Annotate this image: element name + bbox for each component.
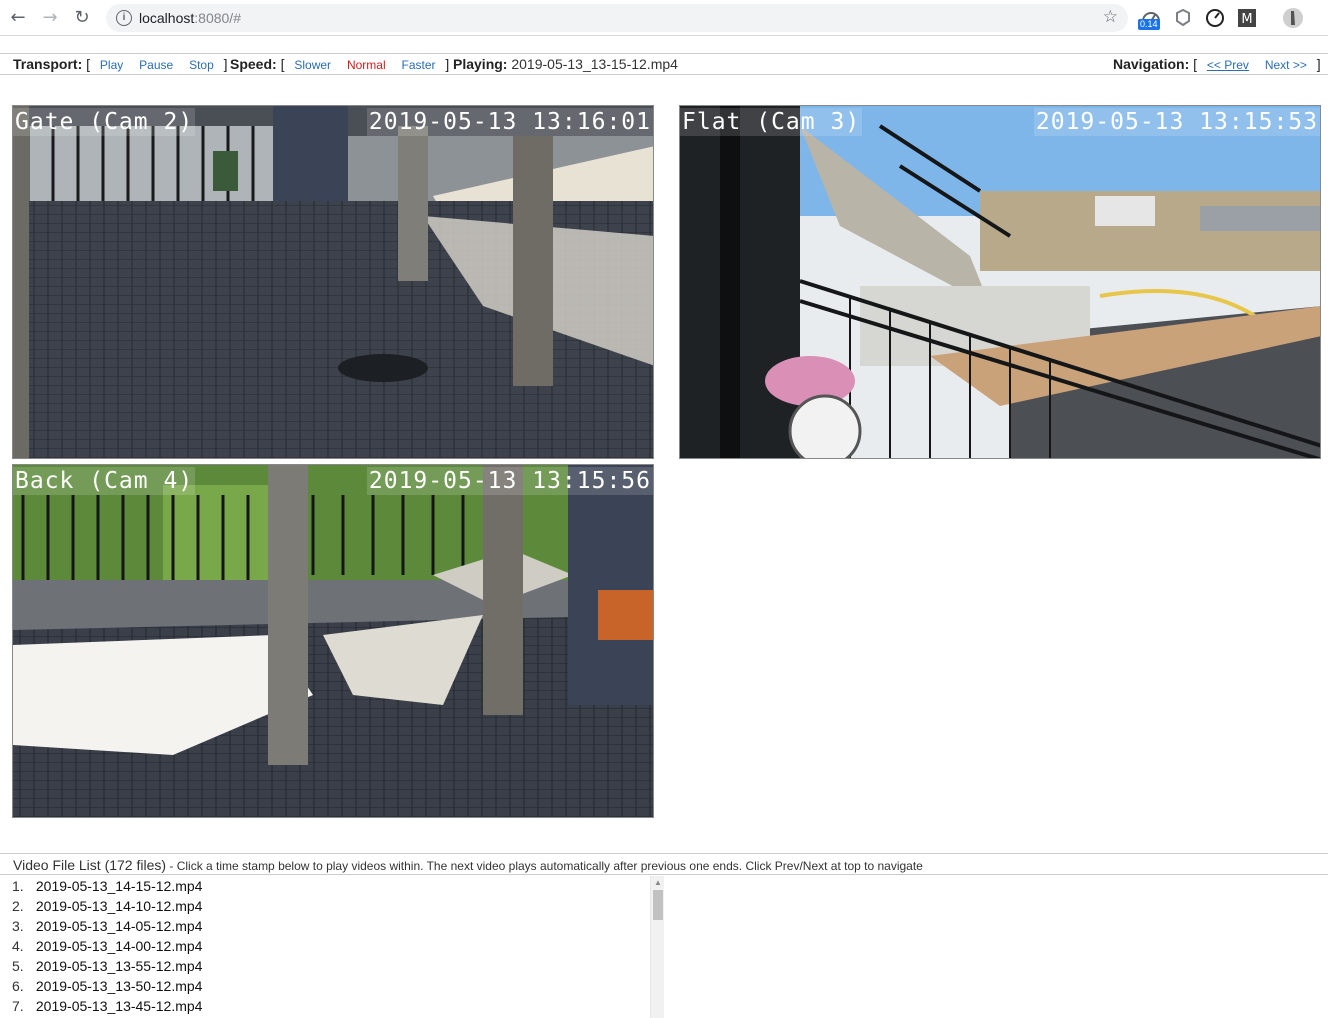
bookmark-star-icon[interactable]: ☆ — [1103, 7, 1118, 27]
extension-badge: 0.14 — [1138, 19, 1160, 30]
back-icon[interactable]: ← — [8, 8, 28, 28]
file-link[interactable]: 2019-05-13_13-50-12.mp4 — [36, 978, 203, 994]
playing-filename: 2019-05-13_13-15-12.mp4 — [511, 56, 678, 72]
list-item[interactable]: 2. 2019-05-13_14-10-12.mp4 — [0, 896, 664, 916]
puzzle-extension-icon[interactable] — [1172, 7, 1194, 29]
camera-back-timestamp: 2019-05-13 13:15:56 — [366, 467, 653, 495]
navigation-label: Navigation: — [1113, 56, 1190, 72]
list-item[interactable]: 5. 2019-05-13_13-55-12.mp4 — [0, 956, 664, 976]
camera-back-video[interactable]: Back (Cam 4) 2019-05-13 13:15:56 — [12, 464, 654, 818]
file-link[interactable]: 2019-05-13_14-05-12.mp4 — [36, 918, 203, 934]
normal-speed-button[interactable]: Normal — [347, 58, 386, 72]
file-link[interactable]: 2019-05-13_14-00-12.mp4 — [36, 938, 203, 954]
navigation-controls: Navigation: [ << Prev Next >> ] — [1113, 56, 1321, 72]
file-link[interactable]: 2019-05-13_14-15-12.mp4 — [36, 878, 203, 894]
browser-toolbar: ← → ↻ i localhost:8080/# ☆ 0.14 M — [0, 0, 1328, 36]
playing-label: Playing: — [453, 56, 508, 72]
slower-button[interactable]: Slower — [294, 58, 331, 72]
url-text: localhost:8080/# — [139, 10, 241, 26]
player-toolbar: Transport: [ Play Pause Stop ] Speed: [ … — [0, 53, 1328, 75]
address-bar[interactable]: i localhost:8080/# ☆ — [106, 4, 1128, 32]
next-button[interactable]: Next >> — [1265, 58, 1307, 72]
file-list-title: Video File List (172 files) — [13, 857, 167, 873]
list-item[interactable]: 4. 2019-05-13_14-00-12.mp4 — [0, 936, 664, 956]
play-button[interactable]: Play — [100, 58, 123, 72]
stop-button[interactable]: Stop — [189, 58, 214, 72]
forward-icon[interactable]: → — [40, 8, 60, 28]
camera-back-name: Back (Cam 4) — [13, 467, 196, 495]
now-playing: Playing: 2019-05-13_13-15-12.mp4 — [453, 56, 678, 72]
pause-button[interactable]: Pause — [139, 58, 173, 72]
camera-flat-timestamp: 2019-05-13 13:15:53 — [1033, 108, 1320, 136]
reload-icon[interactable]: ↻ — [72, 8, 92, 28]
faster-button[interactable]: Faster — [402, 58, 436, 72]
camera-gate-timestamp: 2019-05-13 13:16:01 — [366, 108, 653, 136]
camera-flat-video[interactable]: Flat (Cam 3) 2019-05-13 13:15:53 — [679, 105, 1321, 459]
m-extension-icon[interactable]: M — [1236, 7, 1258, 29]
list-item[interactable]: 7. 2019-05-13_13-45-12.mp4 — [0, 996, 664, 1016]
camera-gate-video[interactable]: Gate (Cam 2) 2019-05-13 13:16:01 — [12, 105, 654, 459]
list-item[interactable]: 1. 2019-05-13_14-15-12.mp4 — [0, 876, 664, 896]
file-list: 1. 2019-05-13_14-15-12.mp4 2. 2019-05-13… — [0, 876, 664, 1018]
profile-avatar[interactable] — [1282, 7, 1304, 29]
file-link[interactable]: 2019-05-13_13-55-12.mp4 — [36, 958, 203, 974]
camera-flat-name: Flat (Cam 3) — [680, 108, 863, 136]
transport-controls: Transport: [ Play Pause Stop ] — [13, 56, 228, 72]
list-item[interactable]: 6. 2019-05-13_13-50-12.mp4 — [0, 976, 664, 996]
flat-camera-image — [680, 106, 1320, 458]
info-icon[interactable]: i — [116, 10, 132, 26]
file-link[interactable]: 2019-05-13_14-10-12.mp4 — [36, 898, 203, 914]
gauge-extension-icon[interactable] — [1204, 7, 1226, 29]
file-list-scrollbar[interactable]: ▲ — [650, 876, 664, 1018]
svg-text:M: M — [1241, 12, 1252, 27]
scrollbar-thumb[interactable] — [653, 890, 663, 920]
prev-button[interactable]: << Prev — [1207, 58, 1249, 72]
file-link[interactable]: 2019-05-13_13-45-12.mp4 — [36, 998, 203, 1014]
back-camera-image — [13, 465, 653, 817]
speed-label: Speed: — [230, 56, 277, 72]
file-list-instructions: - Click a time stamp below to play video… — [166, 859, 923, 873]
transport-label: Transport: — [13, 56, 83, 72]
scroll-up-icon[interactable]: ▲ — [654, 878, 662, 887]
speed-controls: Speed: [ Slower Normal Faster ] — [230, 56, 450, 72]
list-item[interactable]: 3. 2019-05-13_14-05-12.mp4 — [0, 916, 664, 936]
camera-gate-name: Gate (Cam 2) — [13, 108, 196, 136]
file-list-header: Video File List (172 files) - Click a ti… — [0, 853, 1328, 875]
gate-camera-image — [13, 106, 653, 458]
